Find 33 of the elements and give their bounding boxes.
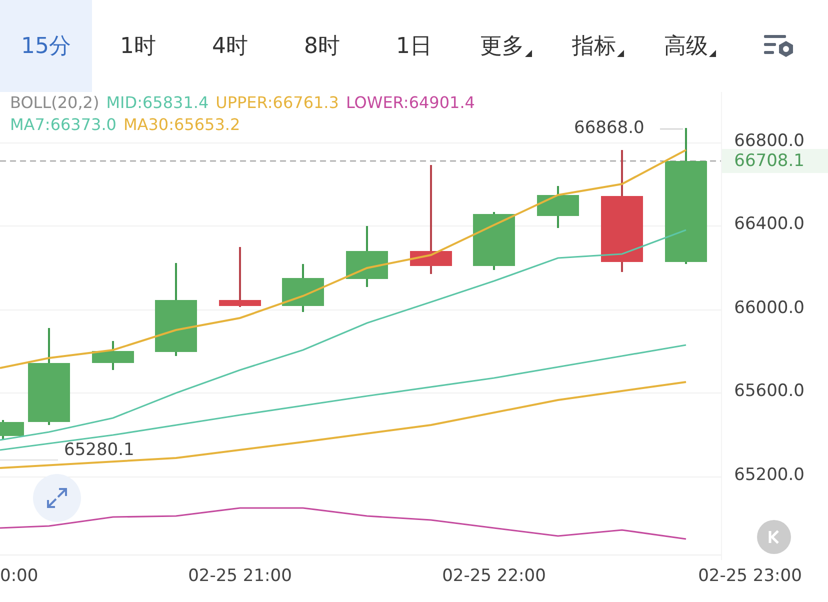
low-price-label: 65280.1 xyxy=(64,440,134,460)
time-axis-label: 02-25 21:00 xyxy=(188,566,292,586)
time-axis-label: 02-25 23:00 xyxy=(698,566,802,586)
leader-line xyxy=(660,128,684,130)
current-price-label: 66708.1 xyxy=(722,149,828,173)
candlestick xyxy=(219,247,261,307)
indicator-value: BOLL(20,2) xyxy=(10,92,100,114)
indicator-value: MA7:66373.0 xyxy=(10,114,116,136)
candlestick xyxy=(537,186,579,228)
candlestick xyxy=(282,264,324,312)
price-axis-label: 66000.0 xyxy=(734,298,804,318)
indicator-value: UPPER:66761.3 xyxy=(216,92,339,114)
settings-icon[interactable] xyxy=(762,32,796,60)
price-axis-label: 65200.0 xyxy=(734,465,804,485)
indicator-value: MID:65831.4 xyxy=(106,92,209,114)
time-axis-label: 0:00 xyxy=(0,566,38,586)
candlestick xyxy=(92,341,134,370)
time-axis-label: 02-25 22:00 xyxy=(442,566,546,586)
candlestick xyxy=(0,420,24,440)
caret-icon xyxy=(709,50,716,56)
indicator-value: MA30:65653.2 xyxy=(123,114,240,136)
caret-icon xyxy=(617,50,624,56)
indicator-value: LOWER:64901.4 xyxy=(346,92,475,114)
price-axis-label: 66800.0 xyxy=(734,131,804,151)
expand-icon xyxy=(44,485,70,511)
period-tab[interactable]: 15分 xyxy=(0,0,92,92)
price-axis-label: 66400.0 xyxy=(734,214,804,234)
high-price-label: 66868.0 xyxy=(574,118,644,138)
candlestick xyxy=(346,226,388,287)
candlestick xyxy=(473,212,515,270)
expand-button[interactable] xyxy=(33,474,81,522)
price-axis-label: 65600.0 xyxy=(734,381,804,401)
caret-icon xyxy=(525,50,532,56)
